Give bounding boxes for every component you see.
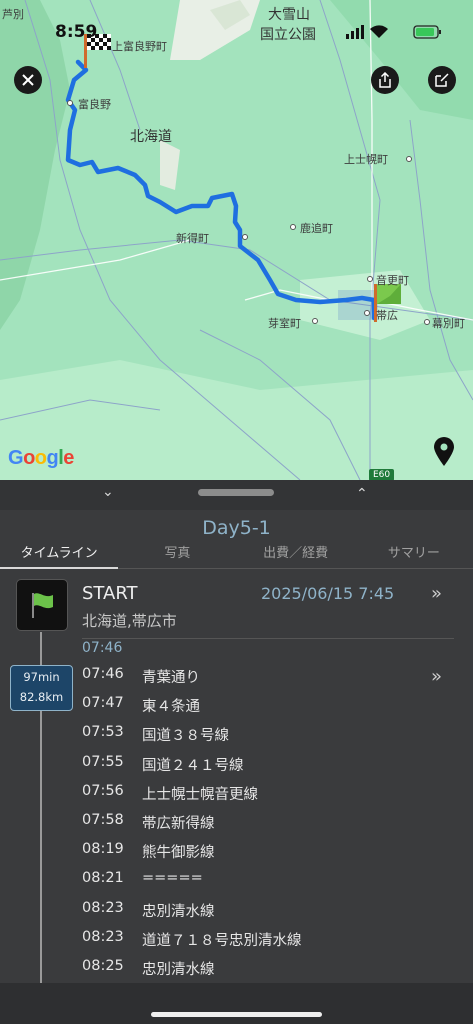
timeline-road: 国道２４１号線 — [142, 757, 244, 774]
map-label-memuro: 芽室町 — [268, 317, 301, 330]
edit-button[interactable] — [428, 66, 456, 94]
close-button[interactable] — [14, 66, 42, 94]
map-label-furano: 富良野 — [78, 98, 111, 111]
panel-drag-bar[interactable]: ⌄ ⌃ — [0, 480, 473, 510]
map-label-national-park: 国立公園 — [260, 27, 316, 43]
tab-summary[interactable]: サマリー — [355, 544, 473, 568]
timeline-road: 青葉通り — [142, 670, 200, 686]
map-background — [0, 0, 473, 480]
road-badge-e60: E60 — [369, 469, 395, 480]
tab-timeline[interactable]: タイムライン — [0, 544, 118, 568]
status-bar-icons — [346, 25, 441, 39]
timeline-time: 08:23 — [82, 928, 124, 945]
home-indicator[interactable] — [151, 1012, 322, 1017]
segment-badge: 97min 82.8km — [10, 665, 73, 711]
timeline-row: 07:58 帯広新得線 — [82, 812, 302, 841]
timeline-road: 道道７１８号忠別清水線 — [142, 932, 302, 949]
map-label-makubetsu: 幕別町 — [432, 317, 465, 330]
map-label-kamifurano: 上富良野町 — [112, 40, 167, 53]
timeline-road: 東４条通 — [142, 699, 200, 716]
map-label-hokkaido: 北海道 — [130, 129, 172, 145]
timeline-time: 07:58 — [82, 811, 124, 828]
chevron-down-icon[interactable]: ⌄ — [102, 484, 114, 500]
map-label-obihiro: 帯広 — [376, 309, 398, 322]
timeline-time: 07:56 — [82, 782, 124, 799]
timeline-row: 07:46 青葉通り — [82, 666, 302, 695]
start-divider — [82, 638, 454, 639]
timeline-road: 国道３８号線 — [142, 728, 229, 745]
map-label-shikaoi: 鹿追町 — [300, 222, 333, 235]
timeline-row: 07:56 上士幌士幌音更線 — [82, 783, 302, 812]
timeline-row: 08:19 熊牛御影線 — [82, 841, 302, 870]
panel-title: Day5-1 — [202, 517, 271, 539]
start-place: 北海道,帯広市 — [82, 612, 177, 630]
timeline-time: 07:53 — [82, 724, 124, 741]
start-label: START — [82, 583, 138, 604]
map-label-otofuke: 音更町 — [376, 274, 409, 287]
location-pin-icon[interactable] — [433, 437, 455, 467]
timeline-list: 07:46 青葉通り 07:47 東４条通 07:53 国道３８号線 07:55 国道２… — [82, 666, 302, 987]
timeline-time: 08:21 — [82, 870, 124, 887]
share-icon — [379, 72, 391, 88]
timeline-road: 忠別清水線 — [142, 903, 215, 920]
tab-active-indicator — [0, 567, 118, 569]
timeline-road: 熊牛御影線 — [142, 845, 215, 862]
close-icon — [22, 74, 34, 86]
timeline-time: 08:23 — [82, 899, 124, 916]
segment-distance: 82.8km — [19, 690, 64, 704]
timeline-road: 帯広新得線 — [142, 815, 215, 832]
timeline-row: 08:23 忠別清水線 — [82, 900, 302, 929]
map-label-ashibetsu: 芦別 — [2, 8, 24, 21]
map-label-taisetsuzan: 大雪山 — [268, 7, 310, 23]
segment-duration: 97min — [23, 670, 60, 684]
timeline-panel: ⌄ ⌃ Day5-1 タイムライン 写真 出費／経費 サマリー START 20… — [0, 480, 473, 1024]
timeline-time: 08:19 — [82, 841, 124, 858]
timeline-time: 07:55 — [82, 753, 124, 770]
tab-photos[interactable]: 写真 — [118, 544, 236, 568]
start-flag-box[interactable] — [16, 579, 68, 631]
timeline-road: 上士幌士幌音更線 — [142, 786, 258, 803]
timeline-row: 08:23 道道７１８号忠別清水線 — [82, 929, 302, 958]
edit-icon — [435, 73, 449, 87]
timeline-time: 07:47 — [82, 695, 124, 712]
google-attribution: Google — [8, 447, 74, 469]
map-view[interactable]: 8:59 芦別 大雪山 国立公園 上富良野町 富良野 北海道 上士幌町 鹿追町 … — [0, 0, 473, 480]
tab-bar: タイムライン 写真 出費／経費 サマリー — [0, 544, 473, 569]
start-expand-icon[interactable]: » — [431, 583, 442, 604]
segment-expand-icon[interactable]: » — [431, 666, 442, 687]
status-bar-time: 8:59 — [55, 22, 98, 42]
map-label-shintoku: 新得町 — [176, 232, 209, 245]
timeline-time: 07:46 — [82, 666, 124, 682]
timeline-road: ===== — [142, 870, 203, 887]
map-label-kamishihoro: 上士幌町 — [344, 153, 388, 166]
tab-expenses[interactable]: 出費／経費 — [237, 544, 355, 568]
share-button[interactable] — [371, 66, 399, 94]
timeline-row: 08:21 ===== — [82, 870, 302, 899]
timeline-row: 07:53 国道３８号線 — [82, 724, 302, 753]
chevron-up-icon[interactable]: ⌃ — [356, 486, 368, 502]
flag-icon — [32, 593, 53, 618]
panel-grabber[interactable] — [198, 489, 274, 496]
timeline-row: 07:47 東４条通 — [82, 695, 302, 724]
start-datetime: 2025/06/15 7:45 — [261, 584, 395, 603]
timeline-row: 07:55 国道２４１号線 — [82, 754, 302, 783]
start-time: 07:46 — [82, 640, 123, 656]
bottom-bar — [0, 983, 473, 1024]
